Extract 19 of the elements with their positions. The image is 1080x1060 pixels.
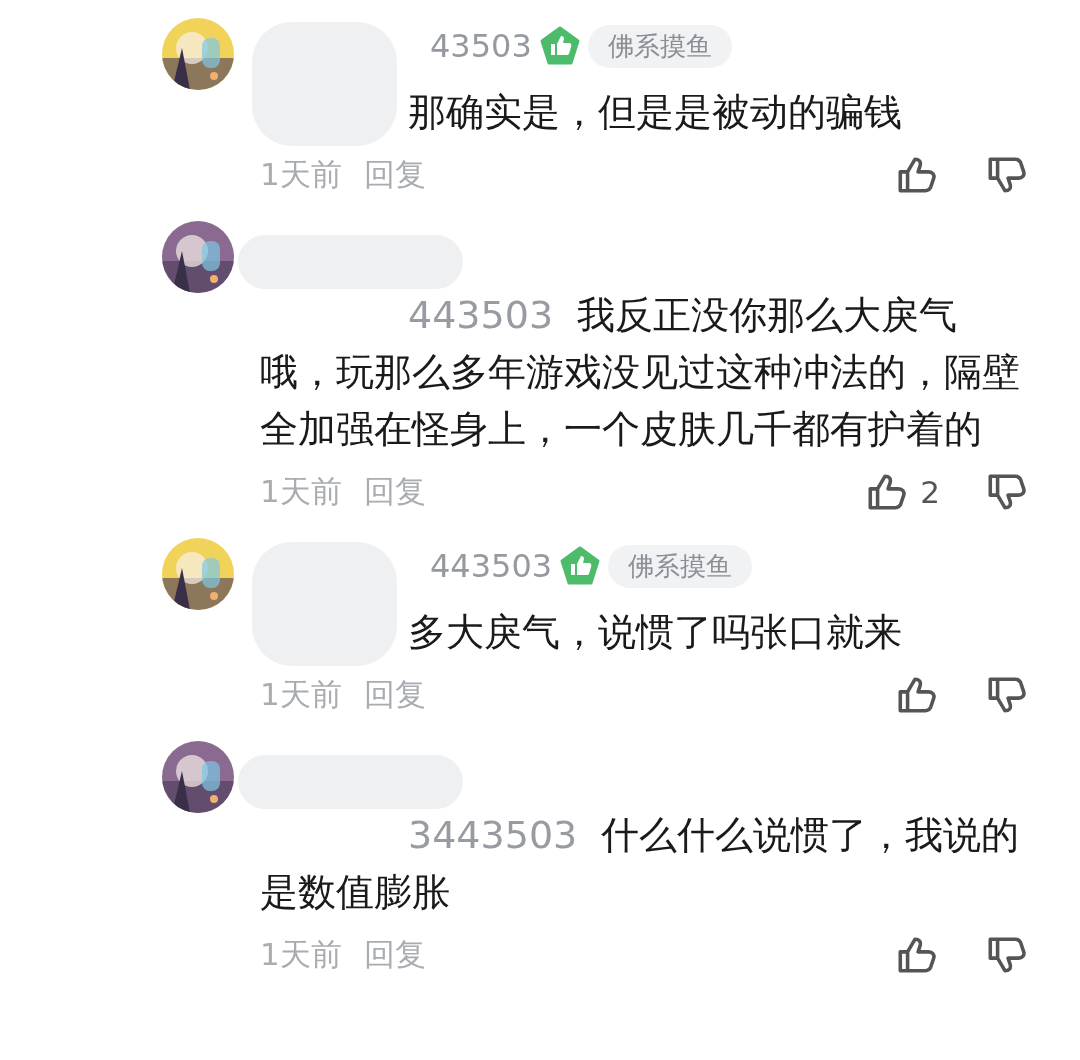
reply-link[interactable]: 回复 — [363, 471, 426, 513]
comment-text: 那确实是，但是是被动的骗钱 — [407, 89, 903, 136]
user-tag: 佛系摸鱼 — [587, 24, 732, 68]
comment-text: 443503 我反正没你那么大戾气哦，玩那么多年游戏没见过这种冲法的，隔壁全加强在怪身上，一个皮肤几千都有护着的 — [260, 292, 1021, 453]
like-count: 2 — [920, 474, 940, 510]
username[interactable]: 443503 — [430, 547, 553, 585]
mention-link[interactable]: 3443503 — [408, 813, 578, 857]
timestamp: 1天前 — [260, 472, 342, 511]
comment-text: 3443503 什么什么说惯了，我说的是数值膨胀 — [260, 812, 1021, 916]
timestamp: 1天前 — [260, 675, 342, 714]
reply-link[interactable]: 回复 — [363, 674, 426, 716]
timestamp: 1天前 — [260, 935, 342, 974]
reply-link[interactable]: 回复 — [363, 934, 426, 976]
timestamp: 1天前 — [260, 155, 342, 194]
comment-text: 多大戾气，说惯了吗张口就来 — [407, 609, 903, 656]
mention-link[interactable]: 443503 — [408, 293, 554, 337]
user-tag: 佛系摸鱼 — [608, 544, 753, 588]
username[interactable]: 43503 — [430, 27, 532, 65]
reply-link[interactable]: 回复 — [363, 154, 426, 196]
